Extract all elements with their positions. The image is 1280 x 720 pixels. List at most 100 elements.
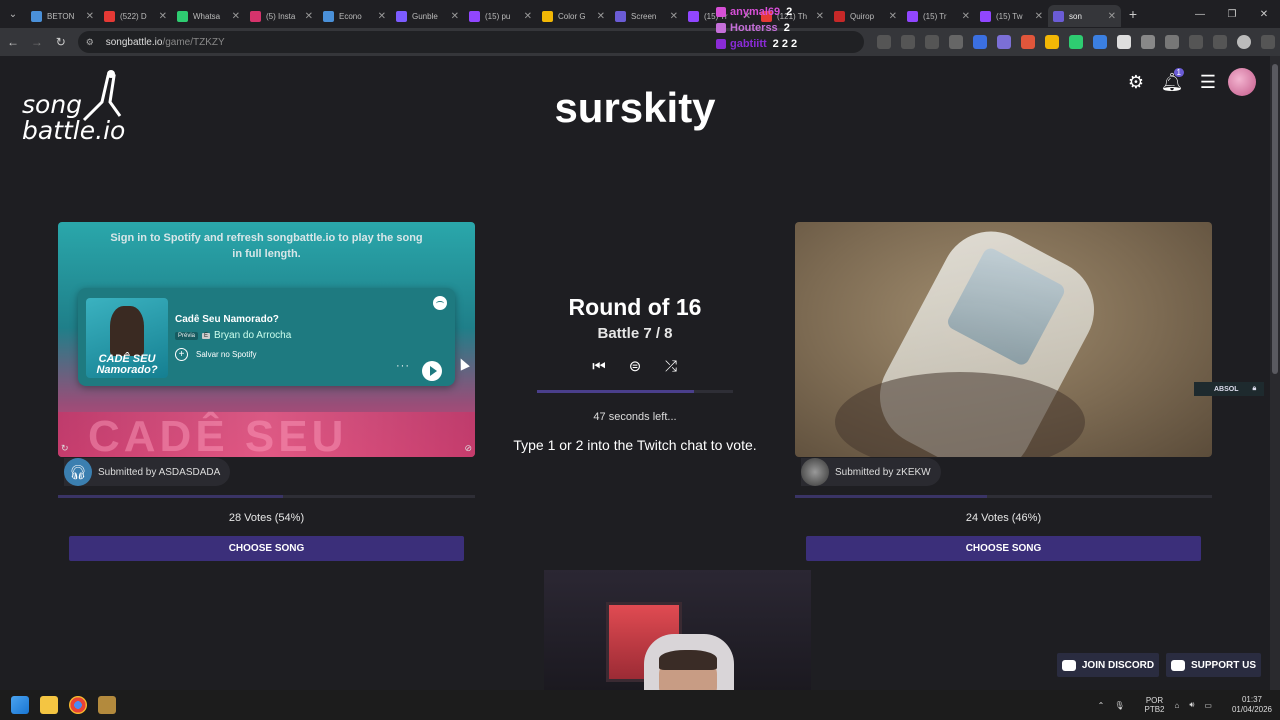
track-artist[interactable]: Bryan do Arrocha xyxy=(214,330,291,341)
browser-menu-icon[interactable] xyxy=(1261,35,1275,49)
extension-b-icon[interactable] xyxy=(997,35,1011,49)
extension-f-icon[interactable] xyxy=(1093,35,1107,49)
tab-label: BETON xyxy=(47,11,75,21)
tab-favicon-icon xyxy=(396,10,407,22)
battery-icon[interactable]: ▭ xyxy=(1204,701,1212,710)
browser-tab-strip: ⌄ BETON ✕ (522) D ✕ Whatsa ✕ (5) Insta ✕ Econo ✕ G… xyxy=(0,0,1280,28)
minimize-icon[interactable]: — xyxy=(1184,0,1216,28)
extension-e-icon[interactable] xyxy=(1069,35,1083,49)
browser-tab[interactable]: Color G ✕ xyxy=(537,5,610,27)
gear-icon[interactable]: ⚙ xyxy=(1122,68,1150,96)
tab-close-icon[interactable]: ✕ xyxy=(378,11,386,22)
url-host: songbattle.io xyxy=(105,36,163,48)
profile-avatar-icon[interactable] xyxy=(1237,35,1251,49)
join-discord-button[interactable]: JOIN DISCORD xyxy=(1057,653,1159,677)
hide-icon[interactable]: ⊘ xyxy=(464,443,472,454)
browser-tab[interactable]: son ✕ xyxy=(1048,5,1121,27)
spotify-logo-icon[interactable] xyxy=(433,296,447,310)
page-scrollbar[interactable] xyxy=(1270,56,1280,690)
url-path: /game/TZKZY xyxy=(162,36,225,48)
close-window-icon[interactable]: ✕ xyxy=(1248,0,1280,28)
browser-tab[interactable]: (15) Tw ✕ xyxy=(975,5,1048,27)
volume-icon[interactable]: 🔊︎ xyxy=(1189,700,1194,710)
tab-close-icon[interactable]: ✕ xyxy=(524,11,532,22)
more-options-icon[interactable]: ··· xyxy=(396,360,410,372)
extension-d-icon[interactable] xyxy=(1045,35,1059,49)
shuffle-icon[interactable]: ⤮ xyxy=(661,356,681,376)
tab-close-icon[interactable]: ✕ xyxy=(159,11,167,22)
choose-song-left-button[interactable]: CHOOSE SONG xyxy=(69,536,464,561)
browser-tab[interactable]: BETON ✕ xyxy=(26,5,99,27)
hamburger-menu-icon[interactable]: ☰ xyxy=(1194,68,1222,96)
install-app-icon[interactable] xyxy=(901,35,915,49)
tab-close-icon[interactable]: ✕ xyxy=(597,11,605,22)
network-icon[interactable]: ⌂ xyxy=(1175,701,1180,710)
new-tab-button[interactable]: + xyxy=(1121,6,1145,22)
extension-h-icon[interactable] xyxy=(1141,35,1155,49)
play-button[interactable] xyxy=(422,361,442,381)
tab-close-icon[interactable]: ✕ xyxy=(232,11,240,22)
browser-tab[interactable]: (522) D ✕ xyxy=(99,5,172,27)
extension-c-icon[interactable] xyxy=(1021,35,1035,49)
zoom-icon[interactable] xyxy=(925,35,939,49)
browser-tab[interactable]: Screen ✕ xyxy=(610,5,683,27)
windows-start-icon[interactable] xyxy=(11,696,29,714)
tab-favicon-icon xyxy=(542,10,553,22)
tab-close-icon[interactable]: ✕ xyxy=(305,11,313,22)
clock-date: 01/04/2026 xyxy=(1231,705,1272,714)
tab-close-icon[interactable]: ✕ xyxy=(86,11,94,22)
site-info-icon[interactable]: ⚙ xyxy=(86,36,98,48)
page-title: surskity xyxy=(554,84,716,131)
tab-favicon-icon xyxy=(31,10,42,22)
support-us-button[interactable]: SUPPORT US xyxy=(1166,653,1261,677)
tray-chevron-icon[interactable]: ⌃ xyxy=(1098,701,1105,710)
webcam-streamer-hair xyxy=(659,650,717,670)
scrollbar-thumb[interactable] xyxy=(1272,64,1278,374)
bookmark-star-icon[interactable] xyxy=(949,35,963,49)
maximize-icon[interactable]: ❐ xyxy=(1216,0,1248,28)
tab-close-icon[interactable]: ✕ xyxy=(1035,11,1043,22)
bell-icon[interactable]: 🔔︎ 1 xyxy=(1158,68,1186,96)
language-indicator[interactable]: POR PTB2 xyxy=(1134,696,1164,714)
track-meta: Prévia E Bryan do Arrocha xyxy=(175,330,291,341)
forward-arrow-icon[interactable]: → xyxy=(26,30,48,54)
tab-close-icon[interactable]: ✕ xyxy=(451,11,459,22)
browser-tab[interactable]: (15) pu ✕ xyxy=(464,5,537,27)
user-avatar[interactable] xyxy=(1228,68,1256,96)
track-title[interactable]: Cadê Seu Namorado? xyxy=(175,314,279,325)
extensions-puzzle-icon[interactable] xyxy=(1165,35,1179,49)
league-client-icon[interactable] xyxy=(98,696,116,714)
tab-label: (15) pu xyxy=(485,11,511,21)
extension-i-icon[interactable] xyxy=(1189,35,1203,49)
extension-g-icon[interactable] xyxy=(1117,35,1131,49)
clock[interactable]: 01:37 01/04/2026 xyxy=(1222,695,1272,715)
extension-j-icon[interactable] xyxy=(1213,35,1227,49)
notification-count: 1 xyxy=(1173,68,1184,77)
microphone-icon[interactable]: 🎙︎ xyxy=(1114,701,1124,710)
translate-icon[interactable] xyxy=(877,35,891,49)
back-arrow-icon[interactable]: ← xyxy=(2,30,24,54)
browser-tab[interactable]: Whatsa ✕ xyxy=(172,5,245,27)
previous-icon[interactable]: ⏮ xyxy=(589,356,609,376)
browser-tab[interactable]: Econo ✕ xyxy=(318,5,391,27)
reload-icon[interactable]: ↻ xyxy=(50,30,72,54)
save-label: Salvar no Spotify xyxy=(196,350,257,359)
extension-a-icon[interactable] xyxy=(973,35,987,49)
tab-close-icon[interactable]: ✕ xyxy=(1108,11,1116,22)
tab-close-icon[interactable]: ✕ xyxy=(962,11,970,22)
tab-search-chevron-icon[interactable]: ⌄ xyxy=(0,0,26,28)
browser-tab[interactable]: Gunble ✕ xyxy=(391,5,464,27)
browser-tab[interactable]: (5) Insta ✕ xyxy=(245,5,318,27)
album-cover: CADÊ SEU Namorado? xyxy=(86,298,168,378)
file-explorer-icon[interactable] xyxy=(40,696,58,714)
chat-username: gabtiitt xyxy=(730,38,767,50)
tab-close-icon[interactable]: ✕ xyxy=(889,11,897,22)
browser-tab[interactable]: (15) Tr ✕ xyxy=(902,5,975,27)
windows-taskbar: ⌃ 🎙︎ POR PTB2 ⌂ 🔊︎ ▭ 01:37 01/04/2026 xyxy=(0,690,1280,720)
choose-song-right-button[interactable]: CHOOSE SONG xyxy=(806,536,1201,561)
chrome-icon[interactable] xyxy=(69,696,87,714)
save-to-spotify-button[interactable]: + Salvar no Spotify xyxy=(175,348,256,361)
refresh-icon[interactable]: ↻ xyxy=(61,443,69,454)
tab-close-icon[interactable]: ✕ xyxy=(670,11,678,22)
skip-coin-icon[interactable]: ⊜ xyxy=(625,356,645,376)
